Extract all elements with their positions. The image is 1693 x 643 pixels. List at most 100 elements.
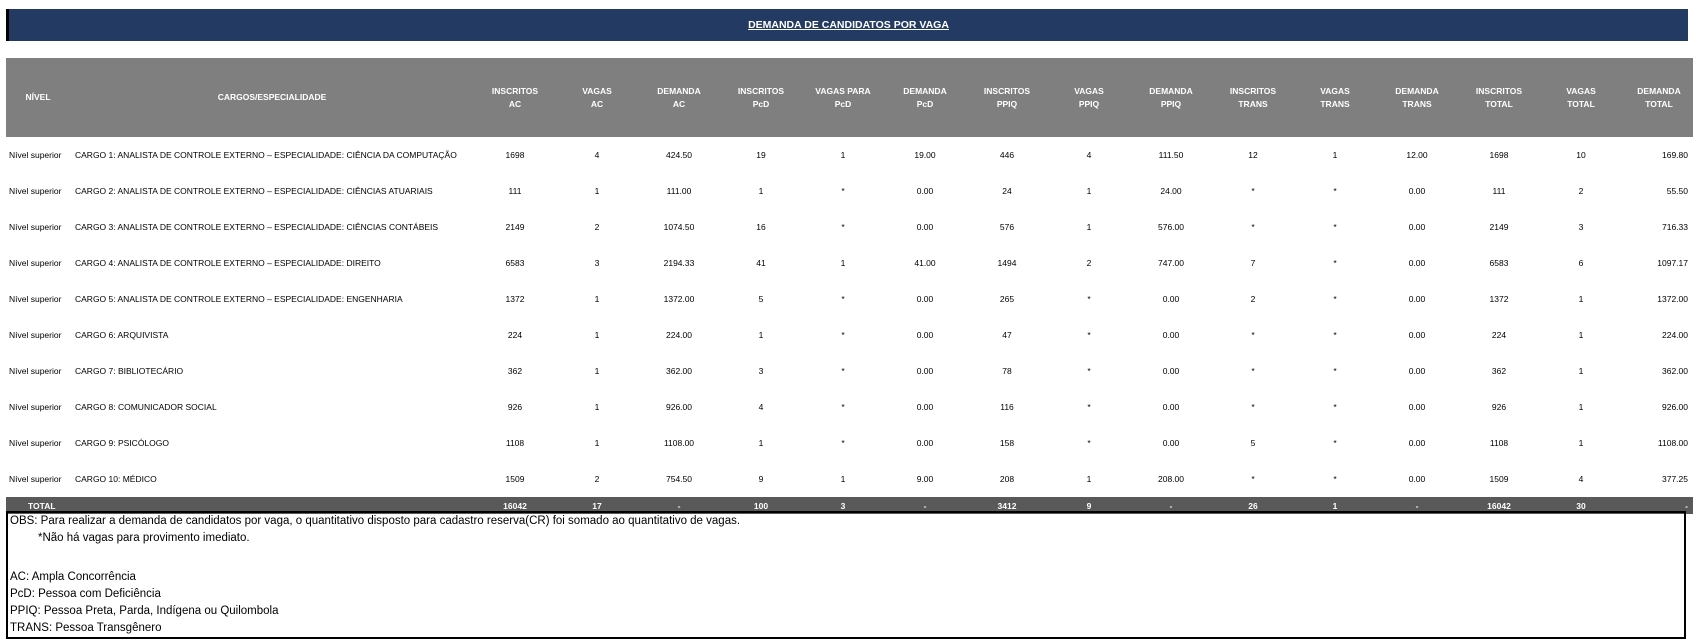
cell-vagas-total: 10 xyxy=(1576,150,1586,160)
cell-insc-trans: * xyxy=(1251,222,1255,232)
cell-vagas-ppiq: 1 xyxy=(1086,186,1092,196)
table-row: Nível superior CARGO 10: MÉDICO 1509 2 754.5… xyxy=(6,461,1693,497)
cell-vagas-trans: * xyxy=(1333,186,1337,196)
cell-insc-ac: 1509 xyxy=(505,474,525,484)
cell-insc-trans: * xyxy=(1251,474,1255,484)
cell-dem-ac: 1108.00 xyxy=(663,438,695,448)
cell-cargo: CARGO 1: ANALISTA DE CONTROLE EXTERNO – … xyxy=(75,150,457,160)
header-text: AC xyxy=(672,98,686,109)
cell-cargo: CARGO 8: COMUNICADOR SOCIAL xyxy=(75,402,217,412)
header-text: AC xyxy=(508,98,522,109)
cell-insc-ac: 1698 xyxy=(505,150,525,160)
legend-ac: AC: Ampla Concorrência xyxy=(10,571,136,583)
cell-insc-ac: 926 xyxy=(507,402,523,412)
demand-table: NÍVEL CARGOS/ESPECIALIDADE INSCRITOS AC V… xyxy=(6,58,1693,514)
cell-insc-pcd: 19 xyxy=(756,150,766,160)
cell-vagas-trans: * xyxy=(1333,366,1337,376)
cell-dem-total: 716.33 xyxy=(1662,222,1688,232)
header-text: TOTAL xyxy=(1485,98,1513,109)
header-text: VAGAS PARA xyxy=(815,85,871,96)
cell-dem-pcd: 0.00 xyxy=(916,438,934,448)
cell-vagas-trans: * xyxy=(1333,474,1337,484)
cell-cargo: CARGO 2: ANALISTA DE CONTROLE EXTERNO – … xyxy=(75,186,433,196)
cell-insc-ppiq: 576 xyxy=(999,222,1015,232)
cell-vagas-pcd: 1 xyxy=(840,474,846,484)
header-text: TRANS xyxy=(1320,98,1350,109)
cell-dem-total: 926.00 xyxy=(1662,402,1688,412)
cell-dem-pcd: 0.00 xyxy=(916,186,934,196)
cell-vagas-total: 1 xyxy=(1578,366,1584,376)
header-text: AC xyxy=(590,98,604,109)
table-row: Nível superior CARGO 3: ANALISTA DE CONTR… xyxy=(6,209,1693,245)
cell-vagas-trans: 1 xyxy=(1332,150,1338,160)
header-text: VAGAS xyxy=(1320,85,1350,96)
cell-insc-trans: 12 xyxy=(1248,150,1258,160)
cell-vagas-trans: * xyxy=(1333,294,1337,304)
header-dem-pcd: DEMANDA PcD xyxy=(884,58,966,137)
cell-vagas-ac: 3 xyxy=(594,258,600,268)
cell-insc-ac: 6583 xyxy=(505,258,525,268)
cell-dem-trans: 0.00 xyxy=(1408,438,1426,448)
cell-vagas-ac: 1 xyxy=(594,366,600,376)
cell-dem-total: 224.00 xyxy=(1662,330,1688,340)
header-text: TOTAL xyxy=(1567,98,1595,109)
cell-insc-trans: * xyxy=(1251,330,1255,340)
header-text: PcD xyxy=(916,98,934,109)
cell-dem-ppiq: 576.00 xyxy=(1158,222,1184,232)
cell-cargo: CARGO 10: MÉDICO xyxy=(75,474,157,484)
header-vagas-pcd: VAGAS PARA PcD xyxy=(802,58,884,137)
table-row: Nível superior CARGO 8: COMUNICADOR SOCIA… xyxy=(6,389,1693,425)
cell-vagas-ppiq: 2 xyxy=(1086,258,1092,268)
cell-dem-trans: 0.00 xyxy=(1408,258,1426,268)
cell-vagas-pcd: * xyxy=(841,330,845,340)
cell-dem-ac: 424.50 xyxy=(666,150,692,160)
header-text: PPIQ xyxy=(996,98,1018,109)
cell-insc-trans: * xyxy=(1251,186,1255,196)
legend-pcd: PcD: Pessoa com Deficiência xyxy=(10,588,161,600)
cell-insc-total: 1372 xyxy=(1489,294,1509,304)
cell-dem-trans: 0.00 xyxy=(1408,222,1426,232)
header-text: INSCRITOS xyxy=(1475,85,1523,96)
header-text: TOTAL xyxy=(1645,98,1673,109)
header-text: INSCRITOS xyxy=(1229,85,1277,96)
cell-insc-pcd: 1 xyxy=(758,438,764,448)
cell-insc-ppiq: 1494 xyxy=(997,258,1017,268)
cell-insc-pcd: 4 xyxy=(758,402,764,412)
cell-insc-trans: 2 xyxy=(1250,294,1256,304)
cell-insc-pcd: 1 xyxy=(758,330,764,340)
header-insc-pcd: INSCRITOS PcD xyxy=(720,58,802,137)
page-title: DEMANDA DE CANDIDATOS POR VAGA xyxy=(748,19,949,31)
cell-insc-ac: 2149 xyxy=(505,222,525,232)
cell-insc-ppiq: 158 xyxy=(999,438,1015,448)
cell-dem-trans: 0.00 xyxy=(1408,366,1426,376)
cell-vagas-total: 1 xyxy=(1578,330,1584,340)
cell-cargo: CARGO 9: PSICÓLOGO xyxy=(75,438,169,448)
cell-vagas-ac: 4 xyxy=(594,150,600,160)
cell-cargo: CARGO 4: ANALISTA DE CONTROLE EXTERNO – … xyxy=(75,258,381,268)
cell-insc-ppiq: 208 xyxy=(999,474,1015,484)
cell-dem-ppiq: 0.00 xyxy=(1162,330,1180,340)
header-text: PPIQ xyxy=(1078,98,1100,109)
cell-nivel: Nível superior xyxy=(9,366,62,376)
cell-vagas-ppiq: * xyxy=(1087,366,1091,376)
header-text: PcD xyxy=(752,98,770,109)
cell-dem-pcd: 0.00 xyxy=(916,330,934,340)
header-text: DEMANDA xyxy=(1149,85,1193,96)
header-row: NÍVEL CARGOS/ESPECIALIDADE INSCRITOS AC V… xyxy=(6,58,1693,137)
cell-dem-trans: 0.00 xyxy=(1408,186,1426,196)
cell-vagas-ppiq: * xyxy=(1087,294,1091,304)
cell-nivel: Nível superior xyxy=(9,330,62,340)
cell-insc-pcd: 41 xyxy=(756,258,766,268)
header-text: VAGAS xyxy=(582,85,612,96)
cell-insc-ac: 1372 xyxy=(505,294,525,304)
cell-insc-ppiq: 78 xyxy=(1002,366,1012,376)
cell-dem-pcd: 41.00 xyxy=(914,258,936,268)
header-text: TRANS xyxy=(1238,98,1268,109)
table-row: Nível superior CARGO 7: BIBLIOTECÁRIO 362 1… xyxy=(6,353,1693,389)
cell-dem-trans: 0.00 xyxy=(1408,294,1426,304)
cell-dem-trans: 0.00 xyxy=(1408,330,1426,340)
header-vagas-total: VAGAS TOTAL xyxy=(1540,58,1622,137)
cell-dem-trans: 12.00 xyxy=(1406,150,1428,160)
header-vagas-trans: VAGAS TRANS xyxy=(1294,58,1376,137)
cell-dem-total: 1108.00 xyxy=(1657,438,1688,448)
